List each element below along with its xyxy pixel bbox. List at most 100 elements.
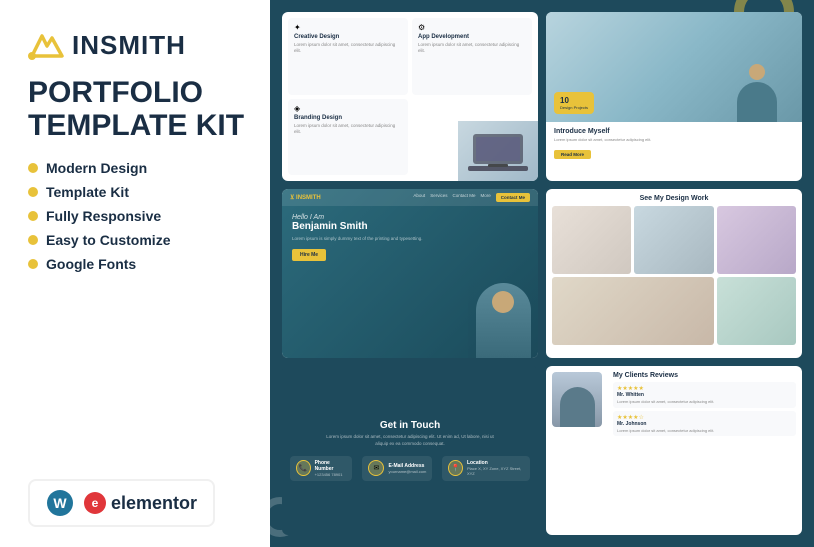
reviews-inner: My Clients Reviews ★★★★★ Mr. Whitten Lor… bbox=[546, 366, 802, 535]
feature-item: Modern Design bbox=[28, 160, 246, 176]
introduce-text: Lorem ipsum dolor sit amet, consectetur … bbox=[554, 137, 794, 143]
design-heading: See My Design Work bbox=[552, 195, 796, 202]
person-body bbox=[476, 283, 531, 358]
service-item-branding: ◈ Branding Design Lorem ipsum dolor sit … bbox=[288, 99, 408, 176]
review-text: Lorem ipsum dolor sit amet, consectetur … bbox=[617, 428, 792, 434]
location-value: Place X, XY Zone, XYZ Street, XYZ bbox=[467, 466, 524, 476]
contact-email-info: E-Mail Address yourname@mail.com bbox=[388, 463, 426, 474]
hero-name: Benjamin Smith bbox=[292, 221, 528, 233]
introduce-content: Introduce Myself Lorem ipsum dolor sit a… bbox=[546, 122, 802, 167]
email-label: E-Mail Address bbox=[388, 463, 426, 469]
hero-nav-logo: ⊻ INSMITH bbox=[290, 194, 321, 201]
introduce-person-body bbox=[737, 82, 777, 122]
reviewer-avatar bbox=[552, 372, 607, 529]
contact-phone: 📞 Phone Number +123456 78901 bbox=[290, 456, 352, 481]
feature-item: Easy to Customize bbox=[28, 232, 246, 248]
nav-link-contact: Contact Me bbox=[452, 193, 475, 202]
contact-phone-info: Phone Number +123456 78901 bbox=[315, 460, 347, 477]
elementor-label: elementor bbox=[111, 493, 197, 514]
app-icon: ⚙ bbox=[418, 23, 526, 32]
design-item-3 bbox=[717, 206, 796, 274]
brand-name: INSMITH bbox=[72, 30, 186, 61]
laptop-image bbox=[458, 121, 538, 181]
design-item-5 bbox=[717, 277, 796, 345]
reviewer-image bbox=[552, 372, 602, 427]
service-title: Creative Design bbox=[294, 34, 402, 40]
introduce-person-head bbox=[749, 64, 765, 80]
location-icon: 📍 bbox=[448, 460, 463, 476]
hero-content: Hello I Am Benjamin Smith Lorem ipsum is… bbox=[282, 206, 538, 269]
feature-label: Fully Responsive bbox=[46, 208, 161, 224]
hero-description: Lorem ipsum is simply dummy text of the … bbox=[292, 236, 528, 243]
contact-items: 📞 Phone Number +123456 78901 ✉ E-Mail Ad… bbox=[290, 456, 530, 481]
service-text: Lorem ipsum dolor sit amet, consectetur … bbox=[294, 123, 402, 136]
contact-location: 📍 Location Place X, XY Zone, XYZ Street,… bbox=[442, 456, 530, 481]
creative-icon: ✦ bbox=[294, 23, 402, 32]
design-item-4 bbox=[552, 277, 714, 345]
title-block: PORTFOLIO TEMPLATE KIT bbox=[28, 76, 246, 142]
feature-item: Fully Responsive bbox=[28, 208, 246, 224]
left-panel: INSMITH PORTFOLIO TEMPLATE KIT Modern De… bbox=[0, 0, 270, 547]
bullet-dot bbox=[28, 235, 38, 245]
design-grid bbox=[552, 206, 796, 345]
nav-link-about: About bbox=[413, 193, 425, 202]
service-text: Lorem ipsum dolor sit amet, consectetur … bbox=[294, 42, 402, 55]
bullet-dot bbox=[28, 211, 38, 221]
contact-location-info: Location Place X, XY Zone, XYZ Street, X… bbox=[467, 460, 524, 476]
title-line1: PORTFOLIO bbox=[28, 76, 246, 109]
phone-label: Phone Number bbox=[315, 460, 347, 472]
service-title: App Development bbox=[418, 34, 526, 40]
design-inner: See My Design Work bbox=[546, 189, 802, 358]
services-inner: ✦ Creative Design Lorem ipsum dolor sit … bbox=[282, 12, 538, 181]
phone-icon: 📞 bbox=[296, 460, 311, 476]
reviews-card: My Clients Reviews ★★★★★ Mr. Whitten Lor… bbox=[546, 366, 802, 535]
bullet-dot bbox=[28, 259, 38, 269]
review-item-2: ★★★★☆ Mr. Johnson Lorem ipsum dolor sit … bbox=[613, 411, 796, 437]
introduce-inner: 10 Design Projects Introduce Myself Lore… bbox=[546, 12, 802, 181]
email-icon: ✉ bbox=[368, 460, 384, 476]
right-panel: ✦ Creative Design Lorem ipsum dolor sit … bbox=[270, 0, 814, 547]
person-head bbox=[492, 291, 514, 313]
feature-label: Template Kit bbox=[46, 184, 129, 200]
design-work-card: See My Design Work bbox=[546, 189, 802, 358]
service-text: Lorem ipsum dolor sit amet, consectetur … bbox=[418, 42, 526, 55]
footer-badges: W e elementor bbox=[28, 479, 215, 527]
hero-inner: ⊻ INSMITH About Services Contact Me More… bbox=[282, 189, 538, 358]
contact-email: ✉ E-Mail Address yourname@mail.com bbox=[362, 456, 432, 481]
elementor-badge: e elementor bbox=[84, 492, 197, 514]
hero-person-image bbox=[468, 278, 538, 358]
introduce-heading: Introduce Myself bbox=[554, 128, 794, 135]
introduce-badge: 10 Design Projects bbox=[554, 92, 594, 114]
feature-item: Google Fonts bbox=[28, 256, 246, 272]
brand-logo-icon bbox=[28, 28, 66, 62]
reviewer-name: Mr. Whitten bbox=[617, 392, 792, 398]
nav-link-more: More bbox=[480, 193, 490, 202]
bullet-dot bbox=[28, 187, 38, 197]
hero-cta-button: Hire Me bbox=[292, 249, 326, 261]
introduce-background: 10 Design Projects bbox=[546, 12, 802, 122]
service-item-app: ⚙ App Development Lorem ipsum dolor sit … bbox=[412, 18, 532, 95]
contact-inner: Get in Touch Lorem ipsum dolor sit amet,… bbox=[282, 366, 538, 535]
elementor-icon: e bbox=[84, 492, 106, 514]
review-text: Lorem ipsum dolor sit amet, consectetur … bbox=[617, 399, 792, 405]
service-title: Branding Design bbox=[294, 115, 402, 121]
contact-description: Lorem ipsum dolor sit amet, consectetur … bbox=[320, 434, 500, 448]
reviewer-body bbox=[560, 387, 595, 427]
services-card: ✦ Creative Design Lorem ipsum dolor sit … bbox=[282, 12, 538, 181]
service-item-creative: ✦ Creative Design Lorem ipsum dolor sit … bbox=[288, 18, 408, 95]
reviews-content: My Clients Reviews ★★★★★ Mr. Whitten Lor… bbox=[613, 372, 796, 529]
hero-greeting: Hello I Am bbox=[292, 214, 528, 221]
review-stars: ★★★★☆ bbox=[617, 414, 792, 421]
wordpress-icon: W bbox=[46, 489, 74, 517]
phone-value: +123456 78901 bbox=[315, 472, 347, 477]
introduce-person bbox=[732, 64, 782, 122]
feature-label: Easy to Customize bbox=[46, 232, 170, 248]
nav-cta-button: Contact Me bbox=[496, 193, 530, 202]
reviewer-name: Mr. Johnson bbox=[617, 421, 792, 427]
introduce-card: 10 Design Projects Introduce Myself Lore… bbox=[546, 12, 802, 181]
features-list: Modern Design Template Kit Fully Respons… bbox=[28, 160, 246, 272]
feature-label: Google Fonts bbox=[46, 256, 136, 272]
hero-nav: ⊻ INSMITH About Services Contact Me More… bbox=[282, 189, 538, 206]
nav-link-services: Services bbox=[430, 193, 447, 202]
introduce-button: Read More bbox=[554, 150, 591, 159]
